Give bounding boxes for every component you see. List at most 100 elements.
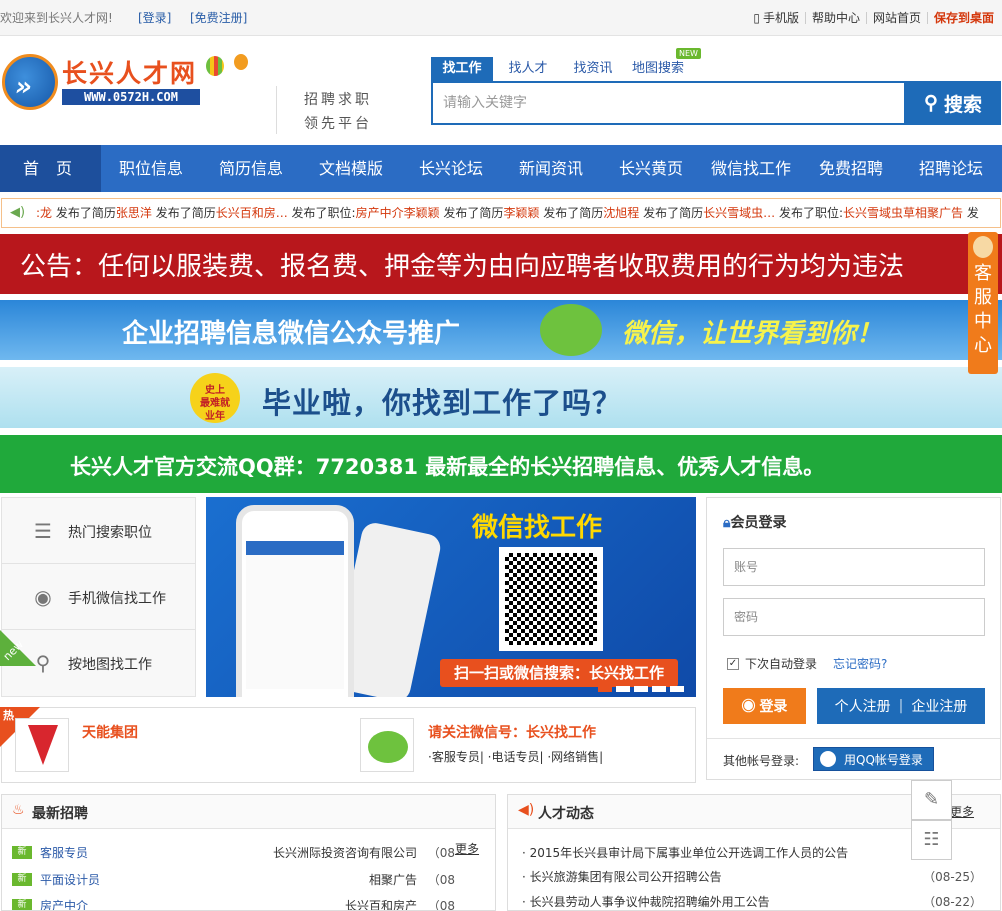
more-link[interactable]: 更多 [950,803,974,820]
badge-line-2: 最难就 [200,398,230,409]
ticker-link[interactable]: 长兴雪域虫… [703,206,775,220]
table-row[interactable]: 新 客服专员 长兴洲际投资咨询有限公司 （08 [12,843,487,863]
nav-recruit-forum[interactable]: 招聘论坛 [901,145,1001,192]
wechat-follow-title[interactable]: 请关注微信号：长兴找工作 [428,722,596,742]
register-link[interactable]: [免费注册] [190,0,247,36]
search-input[interactable] [433,83,904,123]
help-link[interactable]: 帮助中心 [804,12,866,24]
search-icon: ⚲ [924,92,938,114]
logo-title[interactable]: 长兴人才网 [62,54,197,90]
panel-title: 最新招聘 [32,806,88,822]
table-row[interactable]: 新 平面设计员 相聚广告 （08 [12,870,487,890]
logo-icon[interactable]: » [2,54,58,110]
position-link[interactable]: 客服专员 [40,843,88,863]
menu-hot-search[interactable]: ☰ 热门搜索职位 [2,498,195,564]
nav-free-recruit[interactable]: 免费招聘 [801,145,901,192]
save-to-desktop-link[interactable]: 保存到桌面 [926,12,1000,24]
menu-wechat-job[interactable]: ◉ 手机微信找工作 [2,564,195,630]
ticker-text-part: 发 [963,206,979,220]
ticker-link[interactable]: 长兴百和房… [216,206,288,220]
position-link[interactable]: 平面设计员 [40,870,100,890]
notice-banner[interactable]: 公告：任何以服装费、报名费、押金等为由向应聘者收取费用的行为均为违法 [0,234,1002,294]
edit-icon[interactable]: ✎ [911,780,952,820]
menu-hot-search-label: 热门搜索职位 [68,525,152,541]
panel-title: 人才动态 [538,806,594,822]
graduation-banner[interactable]: 史上 最难就 业年 毕业啦，你找到工作了吗？ [0,367,1002,428]
ticker-link[interactable]: 张思洋 [116,206,152,220]
carousel-dot[interactable] [598,686,612,692]
logo-url: WWW.0572H.COM [62,89,200,105]
news-title[interactable]: · 长兴旅游集团有限公司公开招聘公告 [522,870,722,884]
tianneng-name[interactable]: 天能集团 [82,722,138,742]
forgot-password-link[interactable]: 忘记密码? [833,655,887,672]
checkbox-checked-icon[interactable]: ✓ [727,657,739,670]
nav-resumes[interactable]: 简历信息 [201,145,301,192]
search-button[interactable]: ⚲ 搜索 [905,81,1001,125]
wechat-promo-banner[interactable]: 企业招聘信息微信公众号推广 微信，让世界看到你！ [0,300,1002,360]
carousel-dot[interactable] [634,686,648,692]
wechat-job-promo[interactable]: 微信找工作 扫一扫或微信搜索：长兴找工作 [206,497,696,697]
wechat-logo-icon[interactable] [360,718,414,772]
ticker-text-part: 发布了简历 [539,206,604,220]
ticker-text-part: 发布了简历 [151,206,216,220]
company-register-button[interactable]: 企业注册 [911,696,967,716]
menu-map-job-label: 按地图找工作 [68,657,152,673]
login-panel: 🔒︎会员登录 ✓ 下次自动登录 忘记密码? ◉ 登录 个人注册 | 企业注册 其他… [706,497,1001,780]
news-title[interactable]: · 长兴县劳动人事争议仲裁院招聘编外用工公告 [522,895,770,909]
login-button[interactable]: ◉ 登录 [723,688,806,724]
ticker-link[interactable]: 沈旭程 [603,206,639,220]
tab-map-search[interactable]: 地图搜索 [628,57,688,81]
nav-wechat-jobs[interactable]: 微信找工作 [701,145,801,192]
carousel-dot[interactable] [652,686,666,692]
auto-login[interactable]: ✓ 下次自动登录 [727,655,817,672]
left-menu: ☰ 热门搜索职位 ◉ 手机微信找工作 ⚲ 按地图找工作 [1,497,196,697]
badge-line-3: 业年 [205,411,225,422]
tianneng-logo[interactable] [15,718,69,772]
ticker-link[interactable]: 李颖颖 [503,206,539,220]
password-field[interactable] [723,598,985,636]
nav-forum[interactable]: 长兴论坛 [401,145,501,192]
carousel-dot[interactable] [670,686,684,692]
username-field[interactable] [723,548,985,586]
nav-home[interactable]: 首 页 [0,145,101,192]
qq-group-banner[interactable]: 长兴人才官方交流QQ群：7720381 最新最全的长兴招聘信息、优秀人才信息。 [0,435,1002,493]
company-name[interactable]: 相聚广告 [369,870,417,890]
nav-news[interactable]: 新闻资讯 [501,145,601,192]
rss-icon[interactable]: ☷ [911,820,952,860]
table-row[interactable]: 新 房产中介 长兴百和房产 （08 [12,896,487,910]
nav-templates[interactable]: 文档模版 [301,145,401,192]
badge-line-1: 史上 [205,385,225,396]
mobile-link[interactable]: ▯ 手机版 [747,12,805,24]
company-name[interactable]: 长兴百和房产 [345,896,417,910]
tab-find-talent[interactable]: 找人才 [498,57,558,81]
ticker-link[interactable]: 长兴雪域虫草相聚广告 [843,206,963,220]
ticker-link[interactable]: :龙 [36,206,52,220]
post-date: （08 [427,873,455,887]
qq-login-button[interactable]: 用QQ帐号登录 [813,747,934,771]
top-bar: 欢迎来到长兴人才网! [登录] [免费注册] ▯ 手机版 帮助中心 网站首页 保存… [0,0,1002,36]
carousel-dot[interactable] [616,686,630,692]
customer-service-button[interactable]: 客服中心 [968,232,998,374]
position-link[interactable]: 房产中介 [40,896,88,910]
new-tag: 新 [12,846,32,859]
wechat-job-links[interactable]: ·客服专员| ·电话专员| ·网络销售| [428,748,603,765]
login-link[interactable]: [登录] [138,0,171,36]
company-name[interactable]: 长兴洲际投资咨询有限公司 [273,843,417,863]
nav-jobs[interactable]: 职位信息 [101,145,201,192]
nav-yellow-pages[interactable]: 长兴黄页 [601,145,701,192]
list-item[interactable]: · 长兴旅游集团有限公司公开招聘公告 （08-25） [522,867,992,887]
list-item[interactable]: · 长兴县劳动人事争议仲裁院招聘编外用工公告 （08-22） [522,892,992,910]
tab-find-job[interactable]: 找工作 [431,57,493,81]
balloon-icon [206,56,224,76]
qq-group-text: 长兴人才官方交流QQ群：7720381 最新最全的长兴招聘信息、优秀人才信息。 [70,455,825,479]
qr-code [499,547,603,651]
slogan: 招聘求职 领先平台 [304,88,384,136]
news-title[interactable]: · 2015年长兴县审计局下属事业单位公开选调工作人员的公告 [522,846,848,860]
tab-find-news[interactable]: 找资讯 [563,57,623,81]
hot-companies [1,707,696,783]
ticker-link[interactable]: 房产中介李颖颖 [356,206,440,220]
login-title-text: 会员登录 [730,515,787,531]
carousel-dots [598,686,684,692]
home-link[interactable]: 网站首页 [865,12,927,24]
personal-register-button[interactable]: 个人注册 [835,696,891,716]
